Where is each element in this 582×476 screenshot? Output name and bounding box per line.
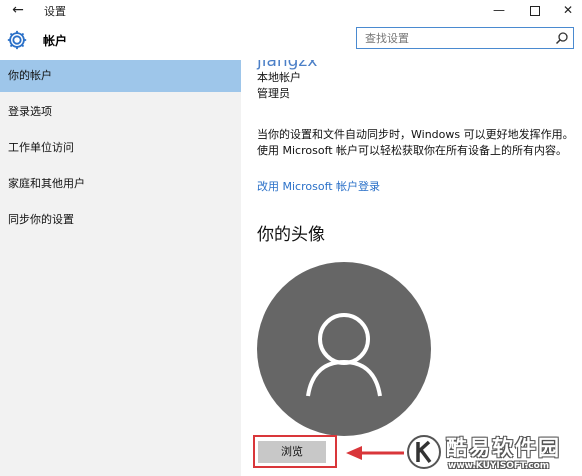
watermark: 酷易软件园 www.KUYISOFT.com <box>406 432 582 476</box>
microsoft-account-link[interactable]: 改用 Microsoft 帐户登录 <box>257 178 380 194</box>
window-title: 设置 <box>44 5 66 18</box>
close-button[interactable]: ✕ <box>550 0 582 20</box>
minimize-button[interactable]: — <box>481 0 517 20</box>
sidebar-item-sync-settings[interactable]: 同步你的设置 <box>0 204 241 236</box>
browse-button[interactable]: 浏览 <box>258 441 326 463</box>
sidebar-item-sign-in-options[interactable]: 登录选项 <box>0 96 241 128</box>
kuyi-logo-icon <box>407 435 441 469</box>
search-icon[interactable] <box>555 31 569 45</box>
sidebar-item-work-access[interactable]: 工作单位访问 <box>0 132 241 164</box>
header: 帐户 <box>0 20 582 60</box>
maximize-button[interactable] <box>517 0 553 20</box>
account-role: 管理员 <box>257 87 290 100</box>
search-box[interactable] <box>356 27 574 49</box>
sidebar-item-family-users[interactable]: 家庭和其他用户 <box>0 168 241 200</box>
title-bar: ← 设置 — ✕ <box>0 0 582 20</box>
page-title: 帐户 <box>43 34 68 48</box>
account-type: 本地帐户 <box>257 71 301 84</box>
avatar-heading: 你的头像 <box>257 225 325 245</box>
gear-icon <box>7 30 27 50</box>
sidebar: 你的帐户 登录选项 工作单位访问 家庭和其他用户 同步你的设置 <box>0 60 241 476</box>
arrow-left-icon <box>346 446 404 460</box>
sync-description: 当你的设置和文件自动同步时，Windows 可以更好地发挥作用。使用 Micro… <box>257 128 574 157</box>
watermark-name: 酷易软件园 <box>446 436 561 460</box>
sidebar-item-your-account[interactable]: 你的帐户 <box>0 60 241 92</box>
avatar <box>257 262 431 436</box>
search-input[interactable] <box>357 28 555 48</box>
watermark-url: www.KUYISOFT.com <box>448 461 550 471</box>
back-button[interactable]: ← <box>8 1 28 19</box>
maximize-icon <box>530 5 540 16</box>
main-content: jiangzx 本地帐户 管理员 当你的设置和文件自动同步时，Windows 可… <box>241 60 582 476</box>
user-silhouette-icon <box>306 313 382 397</box>
